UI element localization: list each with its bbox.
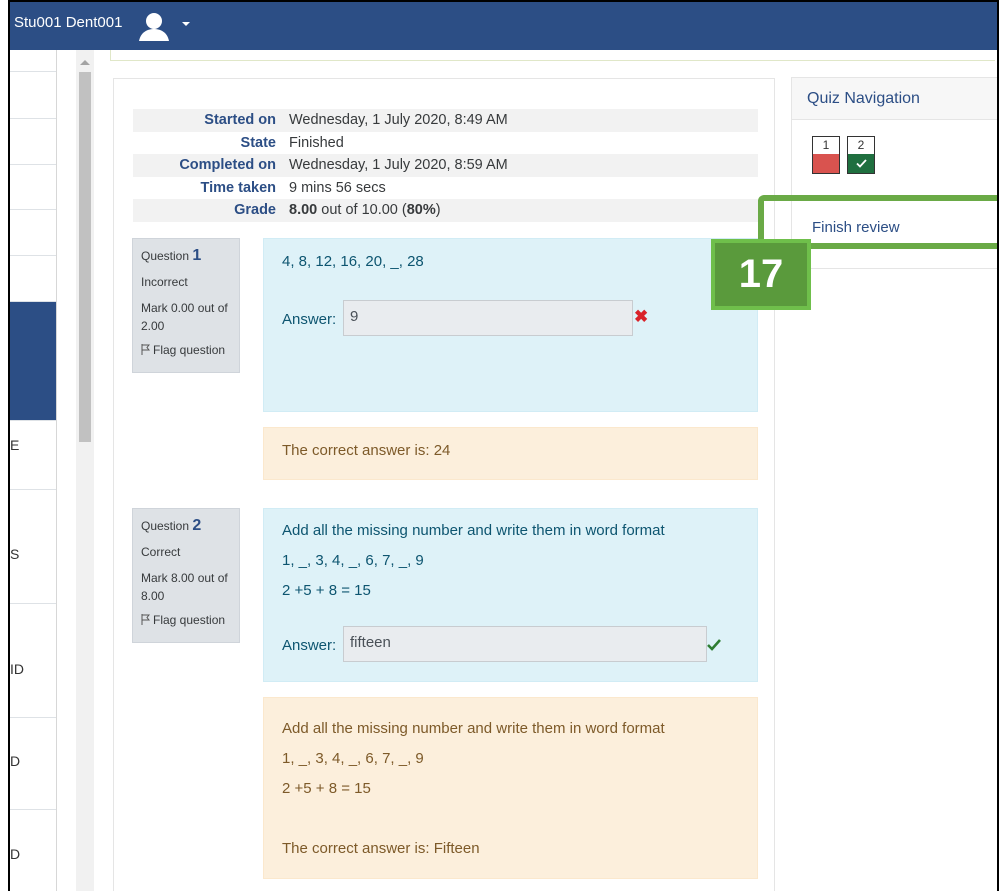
summary-row: Time taken 9 mins 56 secs (133, 177, 758, 200)
flag-question-link[interactable]: Flag question (141, 613, 231, 627)
user-avatar-icon[interactable] (137, 9, 171, 43)
drawer-item[interactable]: D (10, 810, 56, 891)
quiz-nav-button-2[interactable]: 2 (847, 136, 875, 174)
question-1-outcome: The correct answer is: 24 (263, 427, 758, 480)
question-text: Add all the missing number and write the… (282, 522, 665, 539)
drawer-item[interactable] (10, 256, 56, 302)
drawer-item[interactable]: ID (10, 604, 56, 718)
answer-label: Answer: (282, 637, 337, 654)
flag-icon (141, 344, 150, 355)
summary-label: Started on (204, 112, 276, 129)
summary-value: 9 mins 56 secs (289, 179, 386, 196)
incorrect-cross-icon: ✖ (634, 307, 649, 326)
question-text: 2 +5 + 8 = 15 (282, 582, 371, 599)
drawer-item-label: D (10, 753, 21, 769)
question-status: Correct (141, 545, 181, 559)
drawer-item[interactable]: D (10, 718, 56, 810)
attempt-summary-table: Started on Wednesday, 1 July 2020, 8:49 … (133, 109, 758, 222)
question-label: Question 2 (141, 517, 231, 535)
scrollbar-thumb[interactable] (79, 72, 91, 442)
drawer-item-label: D (10, 846, 21, 862)
question-word: Question (141, 519, 190, 533)
drawer-item[interactable] (10, 119, 56, 165)
drawer-item-label: E (10, 437, 20, 453)
summary-row: Completed on Wednesday, 1 July 2020, 8:5… (133, 154, 758, 177)
question-label: Question 1 (141, 247, 231, 265)
quiz-nav-number: 2 (857, 138, 865, 152)
question-2-formulation: Add all the missing number and write the… (263, 508, 758, 682)
question-2-info: Question 2 Correct Mark 8.00 out of 8.00… (132, 508, 240, 643)
flag-question-label: Flag question (153, 613, 226, 627)
top-navbar: Stu001 Dent001 (10, 2, 997, 50)
drawer-item-label: S (10, 546, 20, 562)
tutorial-step-badge: 17 (711, 239, 811, 310)
question-mark: Mark 0.00 out of 2.00 (141, 301, 228, 333)
answer-input[interactable]: 9 (343, 300, 633, 336)
flag-question-label: Flag question (153, 343, 226, 357)
question-2-outcome: Add all the missing number and write the… (263, 697, 758, 879)
summary-row: Grade 8.00 out of 10.00 (80%) (133, 199, 758, 222)
question-mark: Mark 8.00 out of 8.00 (141, 571, 228, 603)
correct-check-icon (707, 639, 721, 651)
question-status: Incorrect (141, 275, 188, 289)
drawer-item-active[interactable] (10, 302, 56, 421)
content-border (110, 60, 995, 61)
grade-value: 8.00 out of 10.00 (80%) (283, 199, 758, 222)
flag-icon (141, 614, 150, 625)
question-1-formulation: 4, 8, 12, 16, 20, _, 28 Answer: 9 ✖ (263, 238, 758, 412)
outcome-text: 2 +5 + 8 = 15 (282, 780, 371, 797)
question-number: 2 (192, 517, 202, 534)
summary-label: Grade (234, 202, 276, 219)
summary-label: Completed on (179, 157, 276, 174)
summary-row: Started on Wednesday, 1 July 2020, 8:49 … (133, 109, 758, 132)
summary-row: State Finished (133, 132, 758, 155)
drawer-item[interactable]: S (10, 490, 56, 604)
question-word: Question (141, 249, 190, 263)
content-border (110, 50, 111, 60)
incorrect-state-indicator (813, 154, 839, 173)
grade-text: ) (435, 202, 441, 219)
chevron-down-icon[interactable] (181, 20, 191, 28)
question-number: 1 (192, 247, 202, 264)
drawer-item-label: ID (10, 661, 24, 677)
flag-question-link[interactable]: Flag question (141, 343, 231, 357)
quiz-nav-button-1[interactable]: 1 (812, 136, 840, 174)
correct-state-indicator (848, 154, 874, 173)
outcome-text: Add all the missing number and write the… (282, 720, 665, 737)
question-text: 4, 8, 12, 16, 20, _, 28 (282, 253, 424, 270)
grade-percent: 80% (406, 202, 436, 219)
scroll-up-arrow-icon[interactable] (80, 60, 90, 65)
drawer-item[interactable] (10, 210, 56, 256)
drawer-item[interactable] (10, 165, 56, 210)
user-menu-name[interactable]: Stu001 Dent001 (14, 14, 122, 31)
grade-text: out of 10.00 ( (317, 202, 407, 219)
left-drawer: E S ID D D (10, 50, 56, 891)
drawer-item[interactable] (10, 72, 56, 119)
summary-value: Wednesday, 1 July 2020, 8:59 AM (289, 157, 508, 174)
check-icon (856, 159, 867, 168)
drawer-item[interactable]: E (10, 421, 56, 490)
correct-answer-text: The correct answer is: Fifteen (282, 840, 480, 857)
drawer-item[interactable] (10, 50, 56, 72)
summary-label: Time taken (200, 179, 277, 196)
drawer-divider (56, 50, 57, 891)
quiz-nav-number: 1 (822, 138, 830, 152)
browser-frame: Stu001 Dent001 E S ID D D Started on Wed… (8, 0, 999, 891)
outcome-text: 1, _, 3, 4, _, 6, 7, _, 9 (282, 750, 424, 767)
summary-label: State (240, 134, 276, 151)
correct-answer-text: The correct answer is: 24 (282, 442, 451, 459)
grade-mark: 8.00 (289, 202, 318, 219)
summary-value: Finished (289, 134, 344, 151)
question-text: 1, _, 3, 4, _, 6, 7, _, 9 (282, 552, 424, 569)
summary-value: Wednesday, 1 July 2020, 8:49 AM (289, 112, 508, 129)
answer-label: Answer: (282, 311, 337, 328)
answer-input[interactable]: fifteen (343, 626, 707, 662)
quiz-navigation-title: Quiz Navigation (792, 78, 997, 120)
question-1-info: Question 1 Incorrect Mark 0.00 out of 2.… (132, 238, 240, 373)
